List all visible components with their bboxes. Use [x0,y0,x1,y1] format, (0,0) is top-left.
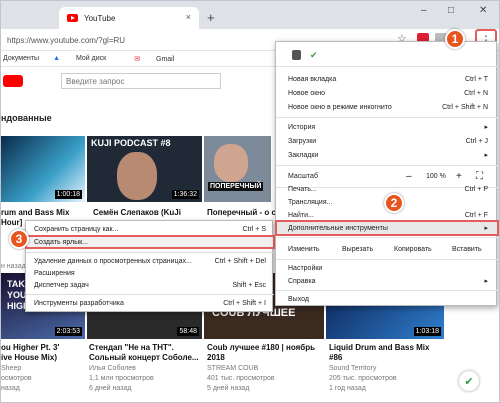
thumb-text: KUJI PODCAST #8 [91,138,171,148]
upload-age: 5 дней назад [207,385,250,392]
video-title[interactable]: Стендап "Не на ТНТ". [89,343,174,352]
duration-badge: 58:48 [177,327,199,336]
menu-item-downloads[interactable]: Загрузки Ctrl + J [276,134,498,148]
extension-icon[interactable] [292,50,301,60]
upload-age: н назад [1,263,26,270]
copy-button[interactable]: Копировать [394,246,432,253]
tab-youtube[interactable]: YouTube × [59,7,199,29]
menu-item-new-window[interactable]: Новое окно Ctrl + N [276,86,498,100]
adblock-shield-icon[interactable]: ✔ [459,371,479,391]
paste-button[interactable]: Вставить [452,246,482,253]
step-badge-2: 2 [384,193,404,213]
maximize-button[interactable]: □ [448,5,454,16]
duration-badge: 1:36:32 [171,190,199,199]
menu-item-edit: Изменить Вырезать Копировать Вставить [288,245,482,253]
person-image [117,152,157,200]
menu-divider [26,294,274,295]
upload-age: назад [1,385,20,392]
youtube-icon [67,14,78,22]
video-title-line2: #86 [329,353,343,362]
duration-badge: 2:03:53 [54,327,82,336]
channel-name[interactable]: STREAM COUB [207,365,258,372]
menu-item-clear-data[interactable]: Удаление данных о просмотренных страница… [26,255,274,267]
menu-item-settings[interactable]: Настройки [276,261,498,275]
menu-item-dev-tools[interactable]: Инструменты разработчика Ctrl + Shift + I [26,297,274,309]
tab-title: YouTube [84,13,116,23]
zoom-level: 100 % [426,172,446,180]
tab-strip: YouTube × + – □ ✕ [1,1,499,29]
fullscreen-icon[interactable]: ⛶ [476,171,483,182]
youtube-search-input[interactable] [61,73,221,89]
step-badge-1: 1 [445,29,465,49]
video-title[interactable]: Поперечный - о с [207,208,276,217]
video-title-line2: 2018 [207,353,225,362]
chrome-main-menu: ✔ Новая вкладка Ctrl + T Новое окно Ctrl +… [275,41,499,306]
video-thumbnail[interactable]: KUJI PODCAST #8 1:36:32 [87,136,202,202]
video-title[interactable]: Семён Слепаков (KuJi [93,208,181,217]
channel-name[interactable]: Илья Соболев [89,365,136,372]
view-count: 401 тыс. просмотров [207,375,275,382]
menu-item-bookmarks[interactable]: Закладки ▸ [276,148,498,162]
section-title: ндованные [1,113,52,123]
menu-item-create-shortcut[interactable]: Создать ярлык... [25,235,275,249]
upload-age: 1 год назад [329,385,366,392]
video-title-line2: Сольный концерт Соболе... [89,353,199,362]
channel-name[interactable]: Sound Territory [329,365,376,372]
menu-divider [276,117,498,118]
step-badge-3: 3 [9,229,29,249]
new-tab-button[interactable]: + [207,10,215,25]
menu-divider [276,259,498,260]
view-count: 205 тыс. просмотров [329,375,397,382]
menu-item-save-page[interactable]: Сохранить страницу как... Ctrl + S [26,223,274,235]
menu-item-more-tools[interactable]: Дополнительные инструменты ▸ [275,220,499,236]
tab-close-icon[interactable]: × [186,12,191,22]
minimize-button[interactable]: – [421,5,427,16]
more-tools-submenu: Сохранить страницу как... Ctrl + S Создат… [25,220,275,312]
video-thumbnail[interactable]: ПОПЕРЕЧНЫЙ [204,136,271,202]
menu-item-task-manager[interactable]: Диспетчер задач Shift + Esc [26,279,274,291]
video-title[interactable]: Liquid Drum and Bass Mix [329,343,429,352]
youtube-header [1,67,271,93]
video-title[interactable]: Coub лучшее #180 | ноябрь [207,343,315,352]
video-title-line2: ive House Mix) [1,353,58,362]
menu-item-print[interactable]: Печать... Ctrl + P [276,182,498,196]
url-text: https://www.youtube.com/?gl=RU [7,35,126,45]
upload-age: 6 дней назад [89,385,132,392]
menu-item-incognito[interactable]: Новое окно в режиме инкогнито Ctrl + Shif… [276,100,498,114]
person-image [214,144,248,182]
extension-check-icon[interactable]: ✔ [310,50,318,61]
menu-divider [276,290,498,291]
zoom-in-button[interactable]: + [456,171,462,182]
menu-item-exit[interactable]: Выход [276,292,498,306]
view-count: осмотров [1,375,32,382]
browser-window: YouTube × + – □ ✕ https://www.youtube.co… [0,0,500,403]
menu-divider [276,66,498,67]
bookmark-docs[interactable]: Документы [3,55,39,62]
menu-item-history[interactable]: История ▸ [276,120,498,134]
video-title[interactable]: rum and Bass Mix [1,208,69,217]
menu-item-help[interactable]: Справка ▸ [276,274,498,288]
duration-badge: 1:00:18 [54,190,82,199]
youtube-logo[interactable] [3,75,23,87]
close-window-button[interactable]: ✕ [479,5,487,16]
cut-button[interactable]: Вырезать [342,246,373,253]
view-count: 1,1 млн просмотров [89,375,154,382]
zoom-out-button[interactable]: – [406,171,412,182]
video-title[interactable]: ou Higher Pt. 3' [1,343,59,352]
video-thumbnail[interactable]: 1:00:18 [1,136,85,202]
video-title-line2: Hour] [1,218,23,227]
thumb-text: ПОПЕРЕЧНЫЙ [208,182,264,191]
duration-badge: 1:03:18 [413,327,441,336]
channel-name[interactable]: Sheep [1,365,21,372]
menu-divider [276,237,498,238]
bookmark-gmail[interactable]: ✉ Gmail [134,55,188,63]
menu-divider [26,252,274,253]
menu-item-extensions[interactable]: Расширения [26,267,274,279]
bookmark-drive[interactable]: ▲ Мой диск [53,55,120,62]
menu-item-new-tab[interactable]: Новая вкладка Ctrl + T [276,72,498,86]
